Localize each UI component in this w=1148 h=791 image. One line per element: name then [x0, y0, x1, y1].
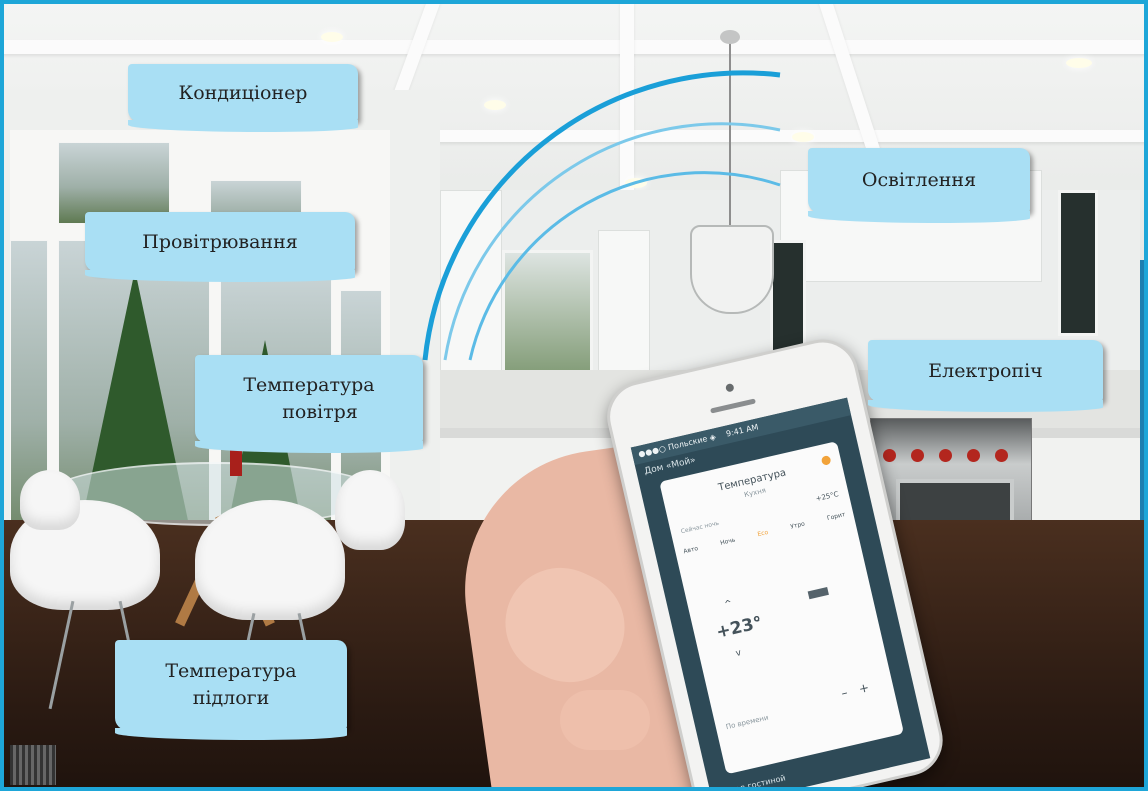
- photo-frame: ●●●○ Польские ◈ 9:41 AM Дом «Мой» Темпер…: [0, 0, 1148, 791]
- increase-button[interactable]: +: [857, 680, 870, 696]
- label-text: Освітлення: [861, 169, 977, 191]
- decrease-button[interactable]: –: [840, 685, 849, 700]
- carrier-text: ●●●○ Польские ◈: [637, 432, 717, 459]
- label-electric-oven: Електропіч: [868, 340, 1103, 412]
- mode-selector: Авто Ночь Eco Утро Горит: [683, 511, 846, 555]
- signal-arc-middle: [443, 122, 781, 361]
- chevron-up-icon[interactable]: ^: [724, 599, 734, 610]
- label-text: Провітрювання: [142, 230, 298, 253]
- schedule-label[interactable]: По времени: [725, 714, 769, 732]
- status-time: 9:41 AM: [725, 422, 760, 439]
- label-text: Електропіч: [928, 359, 1043, 382]
- signal-arc-inner: [468, 171, 781, 361]
- footer-device-item[interactable]: Свет в гостиной: [718, 773, 787, 791]
- label-text: Температура: [243, 374, 375, 396]
- mode-option[interactable]: Горит: [826, 511, 846, 522]
- label-text: Кондиціонер: [178, 81, 308, 104]
- label-air-conditioner: Кондиціонер: [128, 64, 358, 132]
- chevron-down-icon[interactable]: v: [735, 648, 742, 659]
- label-text: підлоги: [192, 687, 270, 709]
- label-lighting: Освітлення: [808, 148, 1030, 223]
- mode-option[interactable]: Утро: [790, 520, 806, 530]
- current-temperature: +25°C: [815, 490, 840, 504]
- label-air-temperature: Температура повітря: [195, 355, 423, 453]
- mode-option[interactable]: Ночь: [720, 537, 736, 547]
- label-ventilation: Провітрювання: [85, 212, 355, 282]
- front-camera: [725, 382, 735, 393]
- signal-arc-outer: [422, 70, 781, 361]
- label-text: Температура: [165, 660, 297, 682]
- label-floor-temperature: Температура підлоги: [115, 640, 347, 740]
- temperature-card: Температура Кухня Сейчас ночь +25°C Авто…: [659, 441, 905, 775]
- signal-strength-icon: [807, 586, 829, 600]
- current-mode-text: Сейчас ночь: [680, 519, 720, 536]
- label-text: повітря: [282, 401, 358, 423]
- mode-option[interactable]: Авто: [683, 545, 699, 555]
- earpiece-speaker: [710, 398, 756, 414]
- mode-option-selected[interactable]: Eco: [757, 529, 769, 538]
